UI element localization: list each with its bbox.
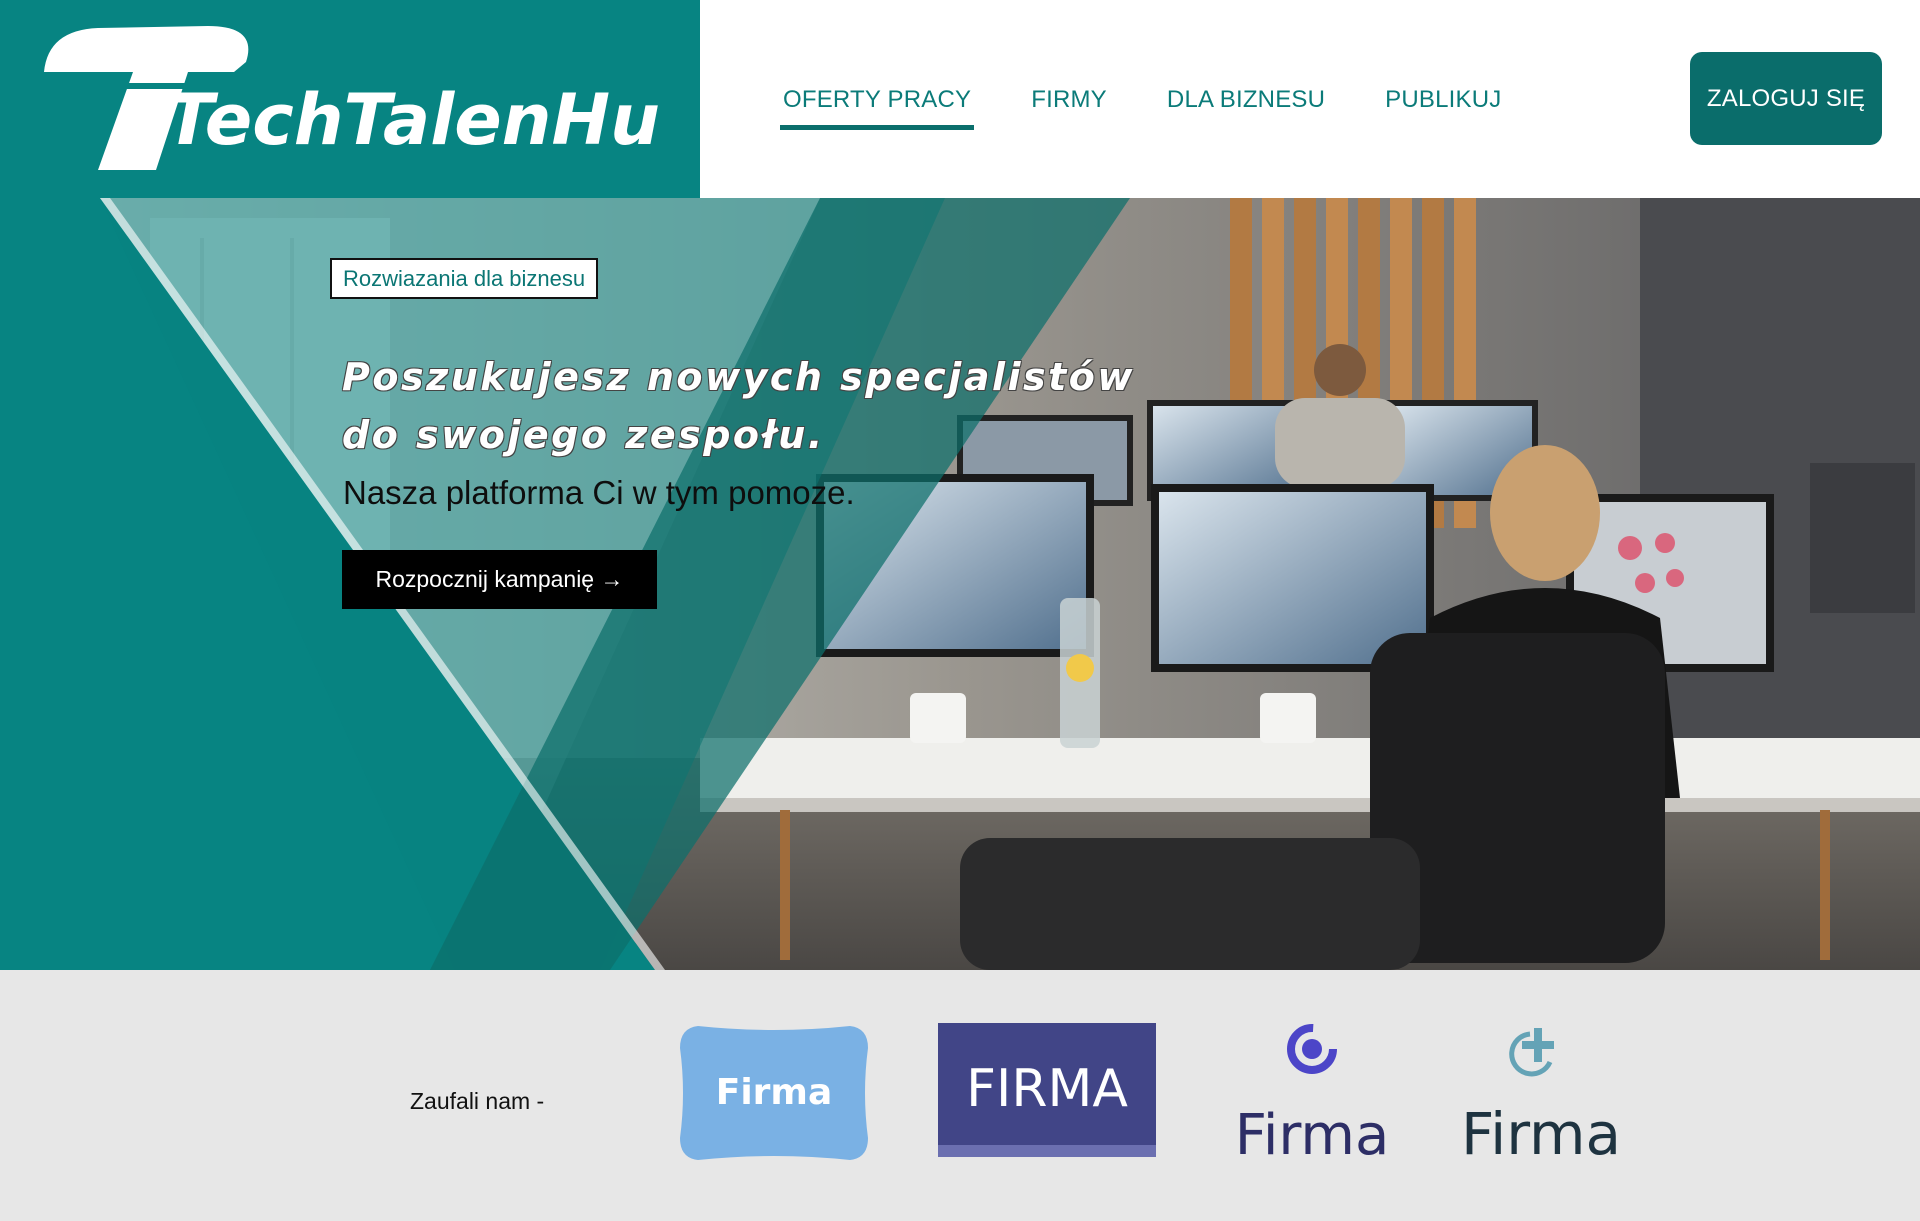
main-nav: OFERTY PRACY FIRMY DLA BIZNESU PUBLIKUJ [780,82,1558,132]
hero-subtitle: Nasza platforma Ci w tym pomoze. [343,474,855,511]
hero-section: Rozwiazania dla biznesu Poszukujesz nowy… [0,198,1920,970]
site-header: TechTalenHub OFERTY PRACY FIRMY DLA BIZN… [0,0,1920,198]
logo-panel: TechTalenHub [0,0,700,198]
ring-icon [1287,1024,1337,1074]
nav-item-oferty-pracy[interactable]: OFERTY PRACY [780,82,975,130]
teal-diagonal-overlay [0,198,1130,970]
trusted-by-section: Zaufali nam - Firma FIRMA Firma Firma [0,970,1920,1221]
partner-ring-graphic: Firma [1235,1024,1390,1162]
hero-title-line1: Poszukujesz nowych specjalistów [342,355,1136,399]
partner-logo-2: FIRMA [938,1023,1156,1157]
logo-text: TechTalenHub [166,79,658,161]
hero-badge: Rozwiazania dla biznesu [330,258,599,299]
partner-2-name: FIRMA [966,1059,1128,1119]
start-campaign-button[interactable]: Rozpocznij kampanię → [342,550,657,609]
brand-logo[interactable]: TechTalenHub [38,22,658,172]
hero-title-line2: do swojego zespołu. [342,413,825,457]
partner-1-name: Firma [716,1072,833,1113]
partner-box-graphic: FIRMA [938,1023,1156,1157]
nav-item-firmy[interactable]: FIRMY [1028,82,1110,130]
plus-icon [1509,1028,1554,1077]
partner-logo-3: Firma [1232,1022,1392,1162]
partner-badge-graphic: Firma [680,1026,868,1160]
login-button[interactable]: ZALOGUJ SIĘ [1690,52,1882,145]
nav-item-dla-biznesu[interactable]: DLA BIZNESU [1164,82,1328,130]
nav-item-publikuj[interactable]: PUBLIKUJ [1382,82,1504,130]
partner-logo-4: Firma [1466,1022,1616,1162]
partner-4-name: Firma [1466,1100,1616,1162]
partner-plus-graphic: Firma [1466,1028,1616,1162]
hero-title: Poszukujesz nowych specjalistów do swoje… [342,348,1262,464]
trusted-by-label: Zaufali nam - [410,1088,545,1114]
logo-graphic: TechTalenHub [44,26,658,170]
partner-logo-1: Firma [678,1024,870,1162]
partner-3-name: Firma [1235,1103,1390,1162]
